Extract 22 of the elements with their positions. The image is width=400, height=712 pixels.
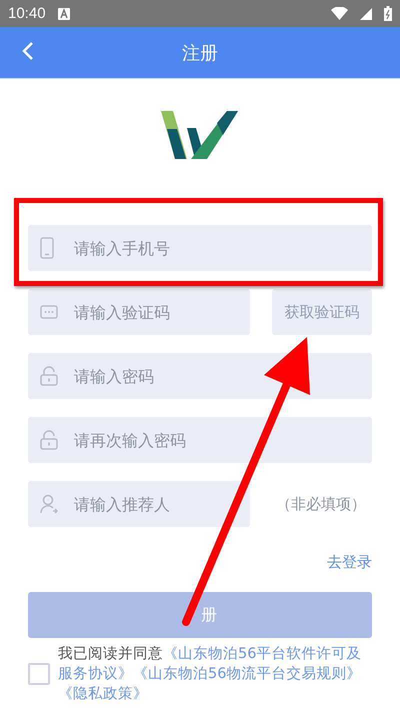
signal-icon — [360, 8, 372, 20]
back-icon — [22, 41, 34, 61]
agreement-text: 我已阅读并同意《山东物泊56平台软件许可及服务协议》《山东物泊56物流平台交易规则》 《隐私政策》 — [58, 644, 362, 704]
wifi-icon — [331, 7, 348, 20]
input-field[interactable]: 请输入手机号 — [28, 225, 372, 271]
phone-icon — [40, 237, 54, 259]
battery-icon — [384, 6, 392, 21]
status-time: 10:40 — [8, 5, 46, 22]
input-field[interactable]: 请输入推荐人 — [28, 481, 250, 527]
dots-icon — [40, 305, 58, 319]
logo-icon — [161, 111, 239, 159]
page-title: 注册 — [182, 42, 218, 64]
optional-note: （非必填项） — [276, 494, 366, 514]
lock-icon — [40, 366, 58, 386]
input-field[interactable]: 请再次输入密码 — [28, 417, 372, 463]
input-field[interactable]: 请输入密码 — [28, 353, 372, 399]
notification-icon — [58, 8, 70, 20]
lock-icon — [40, 430, 58, 450]
user-icon — [40, 494, 58, 514]
agreement-checkbox[interactable] — [28, 663, 50, 685]
input-field[interactable]: 请输入验证码 — [28, 289, 250, 335]
login-link[interactable]: 去登录 — [327, 553, 372, 572]
